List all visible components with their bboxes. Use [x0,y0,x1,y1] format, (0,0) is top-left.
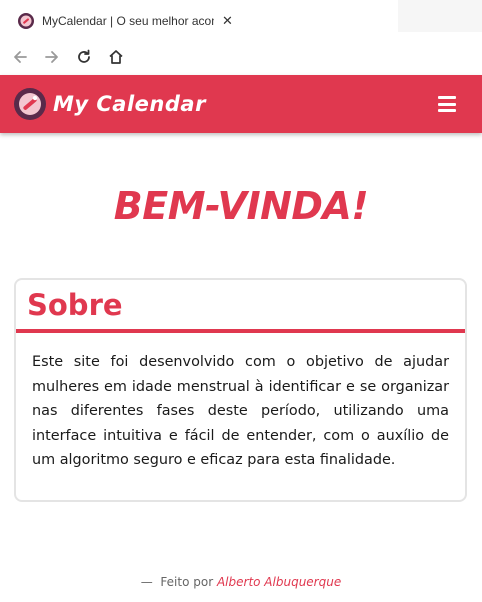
hamburger-menu-icon[interactable] [438,96,456,112]
footer: — Feito por Alberto Albuquerque [0,575,482,589]
logo-icon[interactable] [14,88,46,120]
tab-close-icon[interactable]: ✕ [222,14,233,29]
footer-author-link[interactable]: Alberto Albuquerque [217,575,341,589]
reload-button[interactable] [72,45,96,69]
welcome-heading: BEM-VINDA! [113,184,369,228]
browser-tab[interactable]: MyCalendar | O seu melhor acom ✕ [8,6,244,36]
arrow-left-icon [14,51,27,63]
tab-title: MyCalendar | O seu melhor acom [42,14,214,28]
footer-prefix: Feito por [160,575,214,589]
reload-icon [78,49,90,63]
about-title: Sobre [27,288,123,322]
app-header: My Calendar [0,75,482,133]
home-icon [109,50,123,64]
footer-dash: — [140,575,153,589]
browser-tabstrip: MyCalendar | O seu melhor acom ✕ [0,0,482,40]
arrow-right-icon [45,51,58,63]
about-text: Este site foi desenvolvido com o objetiv… [32,354,449,468]
home-button[interactable] [104,45,128,69]
browser-toolbar [0,40,482,74]
forward-button[interactable] [40,45,64,69]
about-divider [16,329,465,333]
back-button[interactable] [8,45,32,69]
tabstrip-empty-area [398,0,482,32]
favicon-icon [18,13,34,29]
brand-name[interactable]: My Calendar [53,92,206,116]
about-card: Sobre Este site foi desenvolvido com o o… [14,278,467,502]
